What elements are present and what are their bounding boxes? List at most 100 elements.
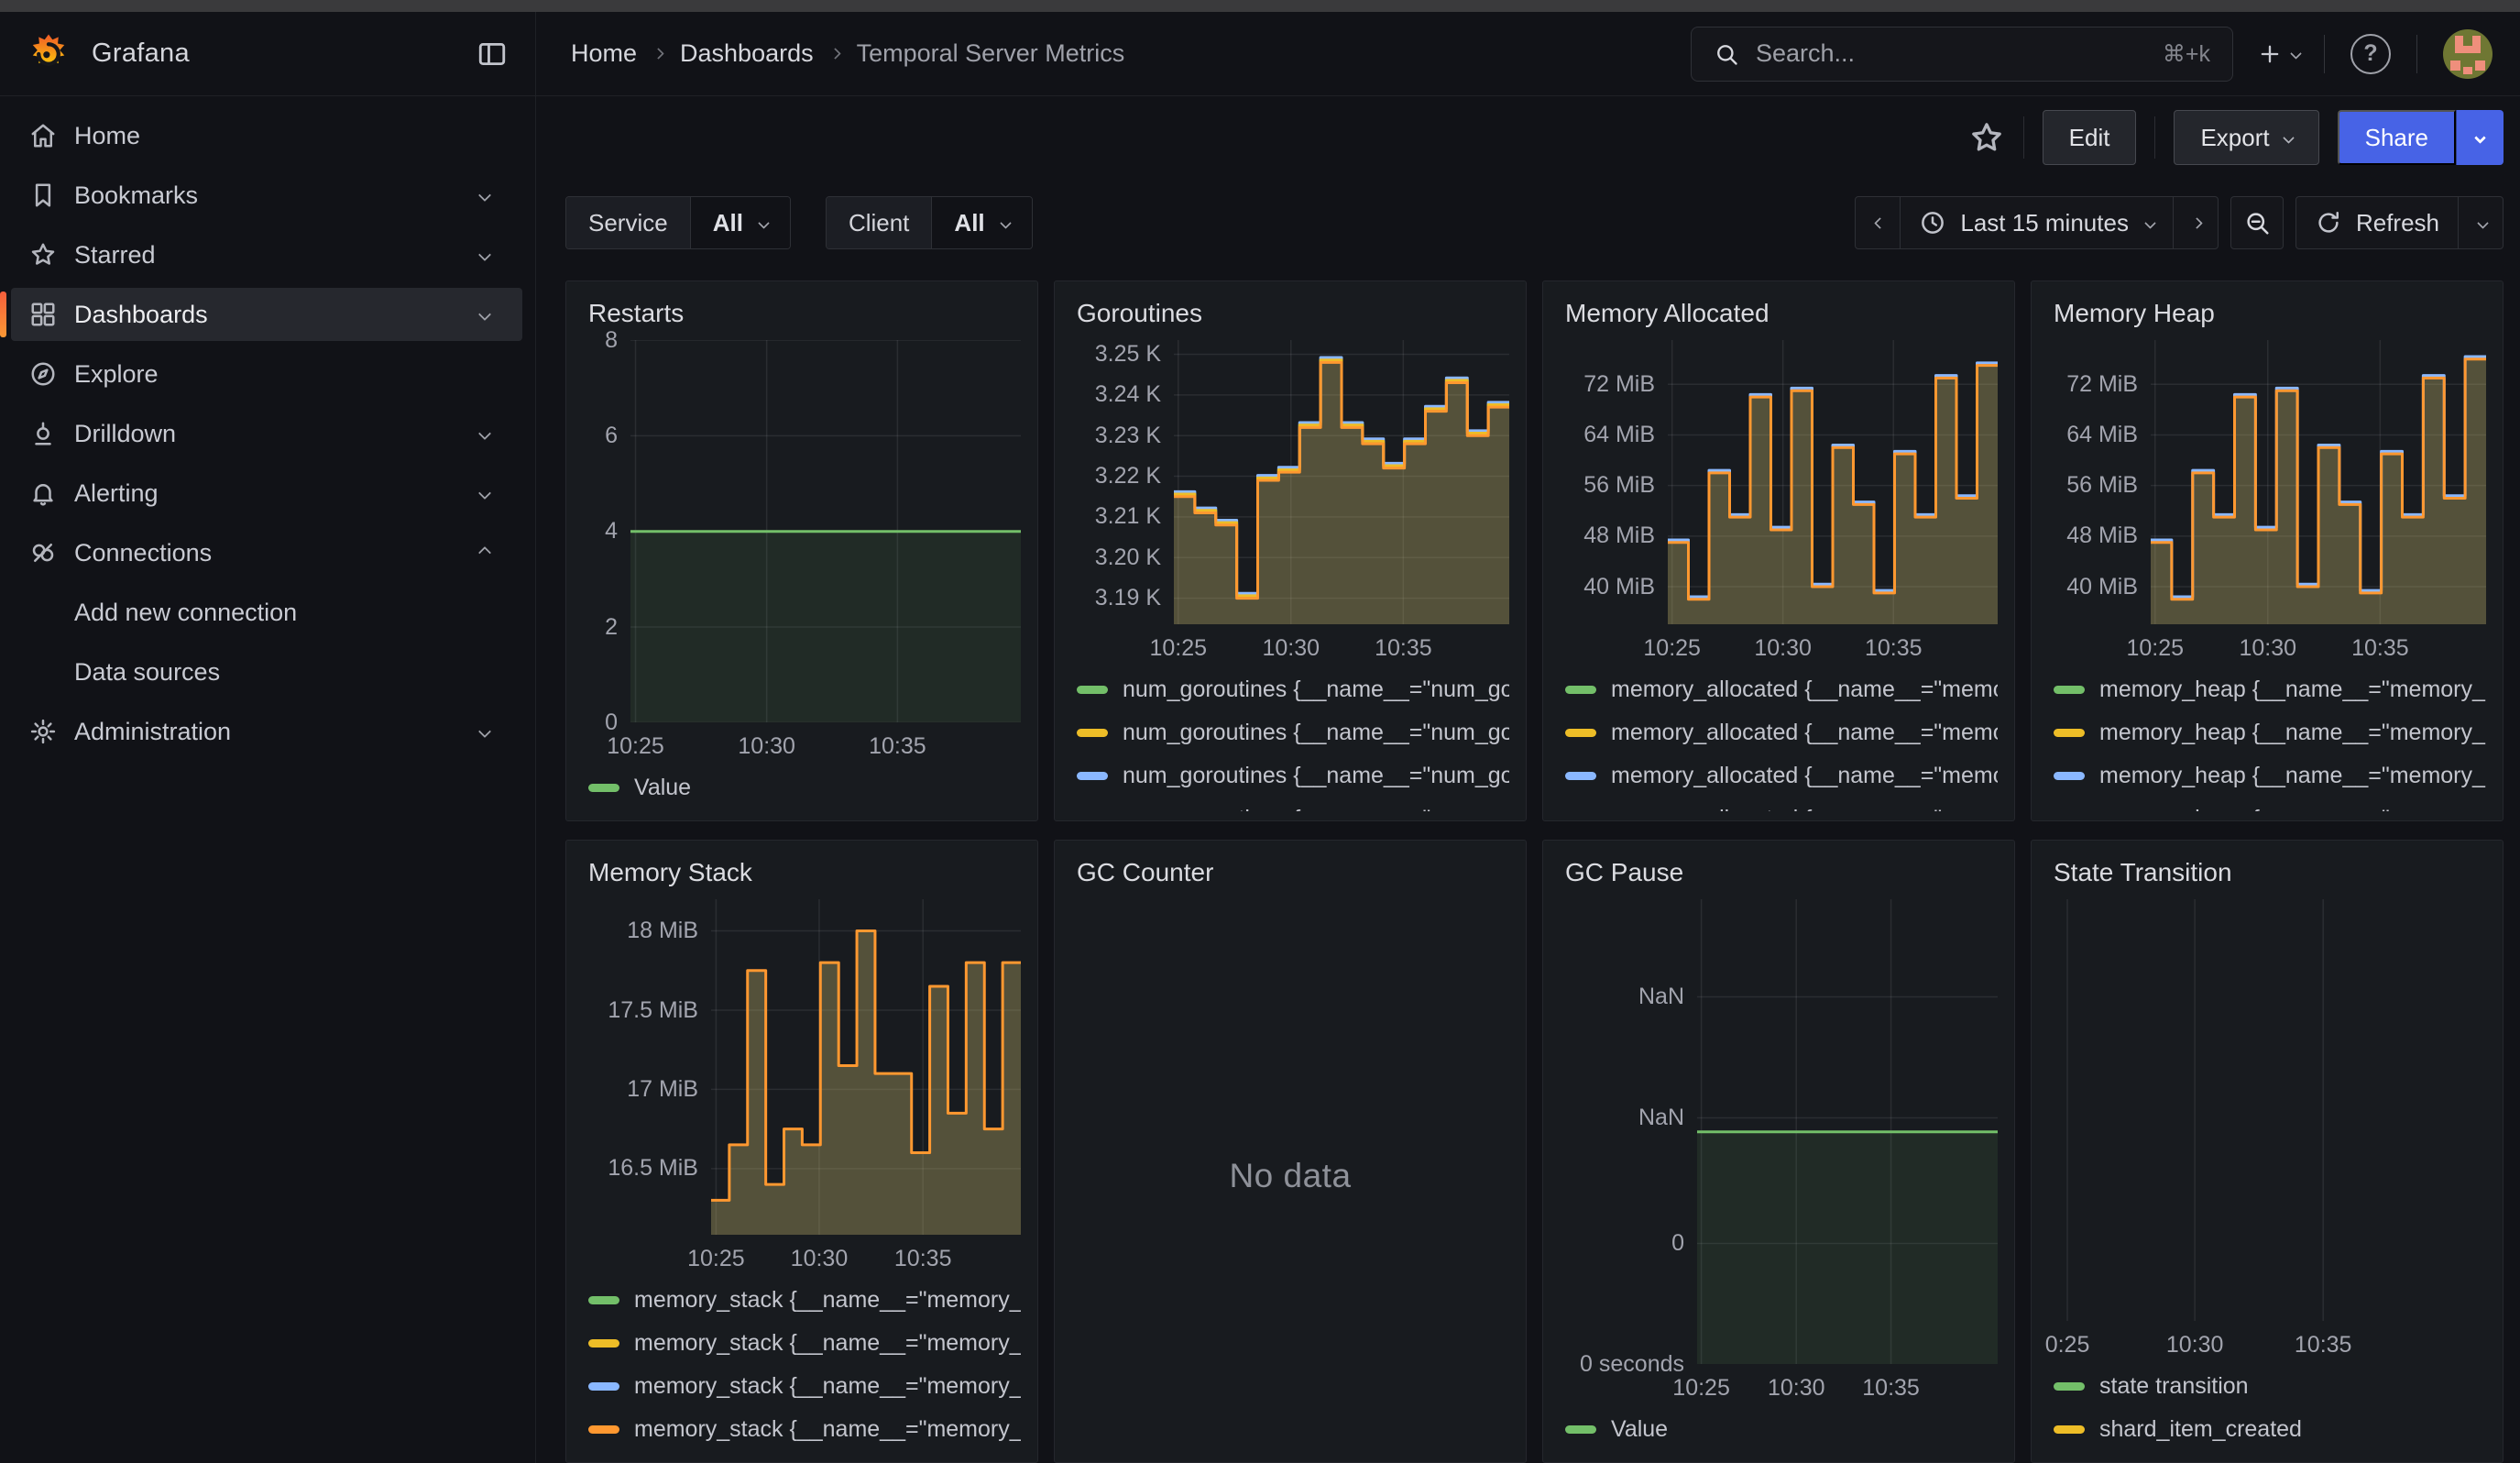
dock-sidebar-toggle-icon[interactable] — [477, 38, 508, 70]
panel-title[interactable]: Restarts — [588, 298, 1021, 329]
legend-item[interactable]: memory_heap {__name__="memory_h — [2054, 668, 2486, 711]
sidebar-item-explore[interactable]: Explore — [11, 347, 522, 401]
legend-item[interactable]: memory_allocated {__name__="memo — [1565, 711, 1998, 754]
sidebar-item-alerting[interactable]: Alerting — [11, 467, 522, 520]
y-tick-label: 16.5 MiB — [608, 1155, 698, 1182]
time-shift-back-button[interactable] — [1855, 196, 1901, 249]
y-tick-label: 56 MiB — [2066, 472, 2138, 499]
breadcrumb-separator-icon — [829, 48, 841, 60]
x-tick-label: 10:30 — [1768, 1375, 1825, 1402]
edit-button[interactable]: Edit — [2043, 110, 2137, 165]
legend-item[interactable]: shard_item_created — [2054, 1408, 2486, 1451]
divider — [2324, 35, 2325, 73]
panel-memory-heap: Memory Heap72 MiB64 MiB56 MiB48 MiB40 Mi… — [2031, 280, 2504, 821]
panel-title[interactable]: State Transition — [2054, 857, 2486, 888]
sidebar-item-drilldown[interactable]: Drilldown — [11, 407, 522, 460]
chevron-right-icon — [2192, 217, 2204, 229]
share-button-label: Share — [2365, 124, 2428, 152]
x-tick-label: 10:35 — [1862, 1375, 1920, 1402]
breadcrumb-dashboards[interactable]: Dashboards — [680, 39, 814, 68]
legend-label: memory_allocated {__name__="memo — [1611, 720, 1998, 746]
chart-area: 86420 — [583, 340, 1021, 722]
legend-item[interactable]: memory_heap {__name__="memory_h — [2054, 754, 2486, 798]
legend-item[interactable]: state transition — [2054, 1365, 2486, 1408]
y-tick-label: 40 MiB — [2066, 574, 2138, 600]
sidebar-item-bookmarks[interactable]: Bookmarks — [11, 169, 522, 222]
legend-item[interactable]: memory_heap {__name__="memory_h — [2054, 711, 2486, 754]
plot-region[interactable] — [1697, 899, 1998, 1364]
panel-title[interactable]: Memory Allocated — [1565, 298, 1998, 329]
sidebar-item-administration[interactable]: Administration — [11, 705, 522, 758]
share-dropdown-button[interactable] — [2456, 110, 2504, 165]
legend-item[interactable]: Value — [588, 766, 1021, 809]
legend-item[interactable]: memory_heap {__name__="memory_h — [2054, 798, 2486, 811]
chevron-down-icon — [1000, 217, 1012, 229]
brand-title[interactable]: Grafana — [92, 38, 190, 69]
zoom-out-button[interactable] — [2230, 196, 2284, 249]
legend-label: num_goroutines {__name__="num_go — [1123, 763, 1509, 789]
legend-item[interactable]: num_goroutines {__name__="num_go — [1077, 711, 1509, 754]
plot-region[interactable] — [1174, 340, 1509, 624]
plot-region[interactable] — [2048, 899, 2486, 1321]
legend-item[interactable]: memory_allocated {__name__="memo — [1565, 668, 1998, 711]
help-icon[interactable]: ? — [2350, 34, 2391, 74]
refresh-interval-button[interactable] — [2458, 196, 2504, 249]
legend-item[interactable]: num_goroutines {__name__="num_go — [1077, 798, 1509, 811]
legend-item[interactable]: memory_stack {__name__="memory_s — [588, 1279, 1021, 1322]
sidebar-item-data-sources[interactable]: Data sources — [11, 645, 522, 698]
sidebar-item-label: Data sources — [74, 658, 220, 687]
panel-title[interactable]: Goroutines — [1077, 298, 1509, 329]
plot-region[interactable] — [630, 340, 1021, 722]
grafana-logo-icon[interactable] — [27, 33, 70, 75]
legend-item[interactable]: num_goroutines {__name__="num_go — [1077, 668, 1509, 711]
sidebar-item-label: Drilldown — [74, 420, 176, 448]
panel-title[interactable]: Memory Stack — [588, 857, 1021, 888]
legend-item[interactable]: Value — [1565, 1408, 1998, 1451]
plot-region[interactable] — [711, 899, 1021, 1235]
legend-item[interactable]: memory_stack {__name__="memory_s — [588, 1322, 1021, 1365]
x-tick-label: 10:25 — [1672, 1375, 1730, 1402]
y-tick-label: 64 MiB — [1583, 422, 1655, 448]
panel-title[interactable]: Memory Heap — [2054, 298, 2486, 329]
new-menu-button[interactable] — [2257, 41, 2300, 67]
plot-region[interactable] — [2151, 340, 2486, 624]
legend-label: memory_stack {__name__="memory_s — [634, 1287, 1021, 1314]
divider — [2154, 116, 2155, 159]
sidebar-item-starred[interactable]: Starred — [11, 228, 522, 281]
sidebar-item-add-new-connection[interactable]: Add new connection — [11, 586, 522, 639]
x-tick-labels: 10:2510:3010:35 — [1697, 1364, 1998, 1406]
panel-restarts: Restarts8642010:2510:3010:35Value — [565, 280, 1038, 821]
plot-region[interactable] — [1668, 340, 1998, 624]
avatar[interactable] — [2443, 29, 2493, 79]
header-main-section: Home Dashboards Temporal Server Metrics … — [536, 12, 2520, 95]
panel-title[interactable]: GC Pause — [1565, 857, 1998, 888]
time-shift-forward-button[interactable] — [2173, 196, 2219, 249]
favorite-star-icon[interactable] — [1968, 119, 2005, 156]
search-input[interactable]: Search... ⌘+k — [1691, 27, 2233, 82]
variable-client-select[interactable]: All — [932, 197, 1031, 248]
export-button-label: Export — [2200, 124, 2269, 152]
legend-item[interactable]: num_goroutines {__name__="num_go — [1077, 754, 1509, 798]
variable-service-select[interactable]: All — [691, 197, 790, 248]
search-placeholder: Search... — [1756, 39, 1855, 68]
panel-title[interactable]: GC Counter — [1077, 857, 1509, 888]
refresh-button[interactable]: Refresh — [2295, 196, 2459, 249]
sidebar-item-connections[interactable]: Connections — [11, 526, 522, 579]
export-button[interactable]: Export — [2174, 110, 2318, 165]
legend-item[interactable]: memory_stack {__name__="memory_s — [588, 1408, 1021, 1451]
legend-item[interactable]: memory_allocated {__name__="memo — [1565, 754, 1998, 798]
legend-color-chip — [2054, 729, 2085, 737]
x-tick-label: 10:30 — [791, 1246, 849, 1272]
sidebar-item-dashboards[interactable]: Dashboards — [11, 288, 522, 341]
link-icon — [29, 539, 57, 566]
time-range-picker[interactable]: Last 15 minutes — [1900, 196, 2174, 249]
refresh-label: Refresh — [2356, 209, 2439, 237]
legend-item[interactable]: memory_stack {__name__="memory_s — [588, 1365, 1021, 1408]
legend-label: num_goroutines {__name__="num_go — [1123, 806, 1509, 811]
y-tick-label: NaN — [1638, 1105, 1684, 1131]
breadcrumb-home[interactable]: Home — [571, 39, 637, 68]
legend-label: Value — [1611, 1416, 1668, 1443]
share-button[interactable]: Share — [2338, 110, 2456, 165]
sidebar-item-home[interactable]: Home — [11, 109, 522, 162]
legend-item[interactable]: memory_allocated {__name__="memo — [1565, 798, 1998, 811]
